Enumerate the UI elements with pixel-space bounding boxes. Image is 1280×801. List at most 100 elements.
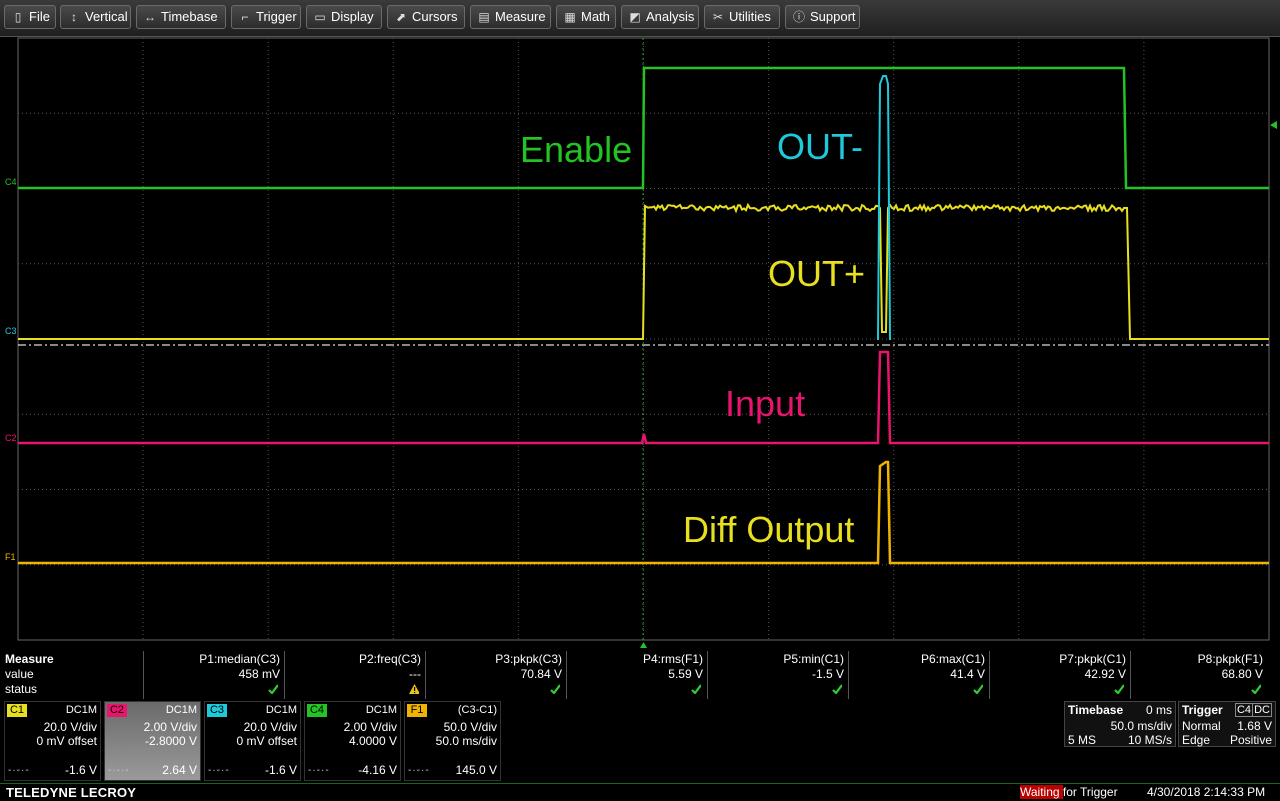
trace-label-input: Input xyxy=(725,384,805,424)
trigger-coupling: DC xyxy=(1252,703,1272,717)
menu-label: File xyxy=(29,9,50,24)
timebase-samples: 5 MS xyxy=(1068,733,1096,747)
trigger-level-marker xyxy=(1270,121,1277,129)
probe-dash-icon: -·-·- xyxy=(208,765,230,776)
measure-param-value: --- xyxy=(409,667,421,682)
horizontal-arrows-icon: ↔ xyxy=(143,6,157,28)
channel-vdiv: 20.0 V/div xyxy=(44,720,97,734)
channel-vdiv: 50.0 V/div xyxy=(444,720,497,734)
channel-marker-c3[interactable]: C3 xyxy=(5,326,17,336)
menu-utilities[interactable]: ✂ Utilities xyxy=(704,5,780,29)
channel-descriptor-c1[interactable]: C1 DC1M 20.0 V/div 0 mV offset -1.6 V -·-·- xyxy=(4,701,101,781)
timebase-delay: 0 ms xyxy=(1146,703,1172,717)
probe-dash-icon: -·-·- xyxy=(108,765,130,776)
menu-label: Vertical xyxy=(85,9,128,24)
status-bar: TELEDYNE LECROY Waiting for Trigger 4/30… xyxy=(0,783,1280,801)
trigger-mode: Normal xyxy=(1182,719,1221,733)
check-icon xyxy=(1251,684,1261,694)
measure-table[interactable]: Measure value status P1:median(C3) 458 mV… xyxy=(0,651,1280,699)
measure-param-name: P2:freq(C3) xyxy=(359,652,421,667)
menu-measure[interactable]: ▤ Measure xyxy=(470,5,551,29)
check-icon xyxy=(691,684,701,694)
warning-icon xyxy=(409,684,419,694)
channel-offset: 0 mV offset xyxy=(37,734,97,748)
measure-param-3[interactable]: P3:pkpk(C3) 70.84 V xyxy=(425,651,566,699)
measure-param-6[interactable]: P6:max(C1) 41.4 V xyxy=(848,651,989,699)
display-icon: ▭ xyxy=(313,6,327,28)
trigger-heading: Trigger xyxy=(1182,703,1223,717)
menu-timebase[interactable]: ↔ Timebase xyxy=(136,5,226,29)
channel-descriptor-c2[interactable]: C2 DC1M 2.00 V/div -2.8000 V 2.64 V -·-·- xyxy=(104,701,201,781)
timebase-rate: 10 MS/s xyxy=(1128,733,1172,747)
timebase-tdiv: 50.0 ms/div xyxy=(1111,719,1172,733)
measure-param-name: P4:rms(F1) xyxy=(643,652,703,667)
menu-cursors[interactable]: ⬈ Cursors xyxy=(387,5,465,29)
measure-param-name: P7:pkpk(C1) xyxy=(1059,652,1126,667)
trace-label-enable: Enable xyxy=(520,130,632,170)
trace-label-out-minus: OUT- xyxy=(777,127,863,167)
trigger-status: Waiting for Trigger xyxy=(1020,785,1118,800)
channel-descriptor-c4[interactable]: C4 DC1M 2.00 V/div 4.0000 V -4.16 V -·-·- xyxy=(304,701,401,781)
channel-marker-c2[interactable]: C2 xyxy=(5,433,17,443)
trace-input xyxy=(18,352,1269,443)
timebase-descriptor[interactable]: Timebase 0 ms 50.0 ms/div 5 MS 10 MS/s xyxy=(1064,701,1176,747)
channel-marker-c4[interactable]: C4 xyxy=(5,177,17,187)
waveform-grid[interactable]: Enable OUT- OUT+ Input Diff Output C4 C3… xyxy=(0,36,1280,650)
trigger-time-marker xyxy=(640,642,647,648)
menu-math[interactable]: ▦ Math xyxy=(556,5,616,29)
measure-param-1[interactable]: P1:median(C3) 458 mV xyxy=(143,651,284,699)
channel-coupling: DC1M xyxy=(166,704,197,717)
measure-row-status-label: status xyxy=(5,682,37,697)
channel-coupling: DC1M xyxy=(366,704,397,717)
menu-label: Cursors xyxy=(412,9,458,24)
measure-param-value: -1.5 V xyxy=(812,667,844,682)
measure-param-8[interactable]: P8:pkpk(F1) 68.80 V xyxy=(1130,651,1267,699)
measure-param-value: 41.4 V xyxy=(950,667,985,682)
probe-dash-icon: -·-·- xyxy=(408,765,430,776)
channel-descriptor-c3[interactable]: C3 DC1M 20.0 V/div 0 mV offset -1.6 V -·-·- xyxy=(204,701,301,781)
trace-out-plus xyxy=(18,205,1269,339)
channel-descriptor-f1[interactable]: F1 (C3-C1) 50.0 V/div 50.0 ms/div 145.0 V -·-… xyxy=(404,701,501,781)
menu-bar: ▯ File ↕ Vertical ↔ Timebase ⌐ Trigger ▭ Display ⬈… xyxy=(0,0,1280,37)
channel-marker-f1[interactable]: F1 xyxy=(5,552,16,562)
channel-coupling: (C3-C1) xyxy=(458,704,497,717)
menu-display[interactable]: ▭ Display xyxy=(306,5,382,29)
menu-label: Display xyxy=(331,9,374,24)
channel-badge: C2 xyxy=(107,704,127,717)
trigger-type: Edge xyxy=(1182,733,1210,747)
check-icon xyxy=(268,684,278,694)
measure-param-2[interactable]: P2:freq(C3) --- xyxy=(284,651,425,699)
channel-offset: 0 mV offset xyxy=(237,734,297,748)
vertical-arrows-icon: ↕ xyxy=(67,6,81,28)
trigger-descriptor[interactable]: Trigger C4 DC Normal 1.68 V Edge Positiv… xyxy=(1178,701,1276,747)
measure-param-5[interactable]: P5:min(C1) -1.5 V xyxy=(707,651,848,699)
menu-support[interactable]: ⓘ Support xyxy=(785,5,860,29)
channel-coupling: DC1M xyxy=(66,704,97,717)
measure-row-value-label: value xyxy=(5,667,34,682)
channel-badge: C4 xyxy=(307,704,327,717)
trigger-source: C4 xyxy=(1235,703,1253,717)
menu-file[interactable]: ▯ File xyxy=(4,5,56,29)
measure-param-name: P1:median(C3) xyxy=(199,652,280,667)
check-icon xyxy=(973,684,983,694)
menu-trigger[interactable]: ⌐ Trigger xyxy=(231,5,301,29)
channel-readout: -1.6 V xyxy=(265,763,297,777)
measure-icon: ▤ xyxy=(477,6,491,28)
trigger-slope: Positive xyxy=(1230,733,1272,747)
measure-param-name: P8:pkpk(F1) xyxy=(1198,652,1263,667)
measure-param-name: P3:pkpk(C3) xyxy=(495,652,562,667)
measure-param-7[interactable]: P7:pkpk(C1) 42.92 V xyxy=(989,651,1130,699)
measure-heading: Measure xyxy=(5,652,54,667)
measure-param-value: 458 mV xyxy=(239,667,280,682)
timebase-heading: Timebase xyxy=(1068,703,1123,717)
waveform-plot xyxy=(0,36,1280,650)
measure-param-value: 42.92 V xyxy=(1085,667,1126,682)
channel-vdiv: 20.0 V/div xyxy=(244,720,297,734)
check-icon xyxy=(1114,684,1124,694)
menu-analysis[interactable]: ◩ Analysis xyxy=(621,5,699,29)
tools-icon: ✂ xyxy=(711,6,725,28)
menu-vertical[interactable]: ↕ Vertical xyxy=(60,5,131,29)
measure-param-4[interactable]: P4:rms(F1) 5.59 V xyxy=(566,651,707,699)
channel-readout: -4.16 V xyxy=(358,763,397,777)
trace-enable xyxy=(18,68,1269,188)
